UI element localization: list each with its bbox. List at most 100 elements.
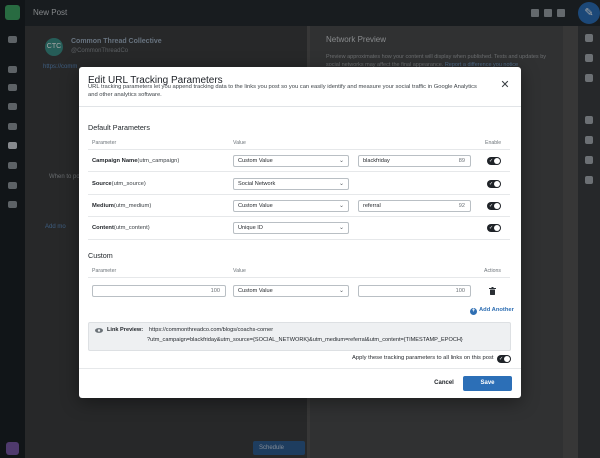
param-key: (utm_campaign) xyxy=(137,158,180,164)
param-label-content: Content(utm_content) xyxy=(92,225,150,231)
sidebar-content-icon[interactable] xyxy=(8,123,17,130)
param-name: Campaign Name xyxy=(92,158,138,164)
account-handle: @CommonThreadCo xyxy=(71,48,129,54)
save-button[interactable]: Save xyxy=(463,376,512,391)
sidebar-assignments-icon[interactable] xyxy=(8,103,17,110)
param-label-medium: Medium(utm_medium) xyxy=(92,203,151,209)
param-label-campaign: Campaign Name(utm_campaign) xyxy=(92,158,179,164)
chevron-down-icon: ⌄ xyxy=(338,181,344,187)
schedule-button[interactable]: Schedule xyxy=(253,441,305,455)
chevron-down-icon: ⌄ xyxy=(338,225,344,231)
check-icon: ✓ xyxy=(489,225,494,231)
select-value: Unique ID xyxy=(238,225,263,231)
col-header-actions: Actions xyxy=(484,268,502,274)
add-more-link[interactable]: Add mo xyxy=(45,224,66,230)
trash-icon[interactable] xyxy=(489,287,496,295)
header-divider xyxy=(79,106,521,107)
char-count: 89 xyxy=(458,158,465,164)
expand-icon[interactable] xyxy=(557,9,565,17)
user-avatar[interactable] xyxy=(6,442,19,455)
calendar-icon[interactable] xyxy=(585,74,593,82)
compose-button[interactable]: ✎ xyxy=(578,2,600,24)
app-sidebar xyxy=(0,0,25,458)
row-divider xyxy=(88,194,510,195)
link-icon[interactable] xyxy=(585,54,593,62)
schedule-label: Schedule xyxy=(259,445,285,451)
sidebar-listening-icon[interactable] xyxy=(8,182,17,189)
sidebar-planner-icon[interactable] xyxy=(8,84,17,91)
add-another-button[interactable]: + Add Another xyxy=(470,307,514,315)
medium-value-select[interactable]: Custom Value ⌄ xyxy=(233,200,349,212)
param-name: Source xyxy=(92,181,112,187)
app-title: New Post xyxy=(33,8,68,17)
row-divider xyxy=(88,239,510,240)
param-name: Content xyxy=(92,225,114,231)
app-header: New Post ✎ xyxy=(25,0,600,26)
campaign-value-select[interactable]: Custom Value ⌄ xyxy=(233,155,349,167)
check-icon: ✓ xyxy=(499,356,504,362)
preview-title: Network Preview xyxy=(326,35,387,44)
image-icon[interactable] xyxy=(585,156,593,164)
notifications-icon[interactable] xyxy=(585,34,593,42)
apply-all-toggle[interactable]: ✓ xyxy=(497,355,511,363)
row-divider xyxy=(88,216,510,217)
tag-icon[interactable] xyxy=(585,136,593,144)
input-value: referral xyxy=(363,203,381,209)
content-enable-toggle[interactable]: ✓ xyxy=(487,224,501,232)
char-count: 100 xyxy=(455,288,465,294)
custom-section-title: Custom xyxy=(88,251,113,260)
select-value: Custom Value xyxy=(238,203,273,209)
chevron-down-icon: ⌄ xyxy=(338,158,344,164)
select-value: Social Network xyxy=(238,181,276,187)
chevron-down-icon: ⌄ xyxy=(338,288,344,294)
tracking-parameters-modal: Edit URL Tracking Parameters URL trackin… xyxy=(79,67,521,398)
app-logo-icon xyxy=(5,5,20,20)
cancel-button[interactable]: Cancel xyxy=(429,377,459,390)
param-key: (utm_source) xyxy=(111,181,146,187)
link-preview-box: Link Preview: https://commonthreadco.com… xyxy=(88,322,511,351)
col-header-value: Value xyxy=(233,140,246,146)
campaign-enable-toggle[interactable]: ✓ xyxy=(487,157,501,165)
sidebar-analytics-icon[interactable] xyxy=(8,162,17,169)
param-key: (utm_medium) xyxy=(113,203,152,209)
modal-header: Edit URL Tracking Parameters URL trackin… xyxy=(79,67,521,105)
link-preview-label: Link Preview: xyxy=(107,327,144,333)
close-icon[interactable]: ✕ xyxy=(499,79,511,91)
source-enable-toggle[interactable]: ✓ xyxy=(487,180,501,188)
sidebar-streams-icon[interactable] xyxy=(8,36,17,43)
source-value-select[interactable]: Social Network ⌄ xyxy=(233,178,349,190)
select-value: Custom Value xyxy=(238,288,273,294)
param-name: Medium xyxy=(92,203,114,209)
col-header-parameter: Parameter xyxy=(92,140,117,146)
link-preview-query: ?utm_campaign=blackfriday&utm_source={SO… xyxy=(147,337,463,343)
collapse-icon[interactable] xyxy=(544,9,552,17)
sidebar-publisher-icon[interactable] xyxy=(8,142,17,149)
sidebar-inbox-icon[interactable] xyxy=(8,66,17,73)
toggle-knob xyxy=(494,181,500,187)
right-rail xyxy=(578,26,600,458)
medium-enable-toggle[interactable]: ✓ xyxy=(487,202,501,210)
eye-icon xyxy=(95,328,103,333)
check-icon: ✓ xyxy=(489,181,494,187)
campaign-value-input[interactable]: blackfriday 89 xyxy=(358,155,471,167)
minimize-icon[interactable] xyxy=(531,9,539,17)
content-value-select[interactable]: Unique ID ⌄ xyxy=(233,222,349,234)
medium-value-input[interactable]: referral 92 xyxy=(358,200,471,212)
col-header-value: Value xyxy=(233,268,246,274)
param-label-source: Source(utm_source) xyxy=(92,181,146,187)
custom-parameter-input[interactable]: 100 xyxy=(92,285,226,297)
account-avatar[interactable]: CTC xyxy=(45,38,63,56)
param-key: (utm_content) xyxy=(113,225,150,231)
char-count: 100 xyxy=(210,288,220,294)
sidebar-apps-icon[interactable] xyxy=(8,201,17,208)
help-icon[interactable] xyxy=(585,176,593,184)
link-preview-url: https://commonthreadco.com/blogs/coachs-… xyxy=(149,327,274,333)
search-icon[interactable] xyxy=(585,116,593,124)
toggle-knob xyxy=(494,158,500,164)
custom-value-select[interactable]: Custom Value ⌄ xyxy=(233,285,349,297)
toggle-knob xyxy=(504,356,510,362)
row-divider xyxy=(88,171,510,172)
custom-value-input[interactable]: 100 xyxy=(358,285,471,297)
account-name: Common Thread Collective xyxy=(71,38,162,45)
message-link[interactable]: https://comm xyxy=(43,64,77,70)
